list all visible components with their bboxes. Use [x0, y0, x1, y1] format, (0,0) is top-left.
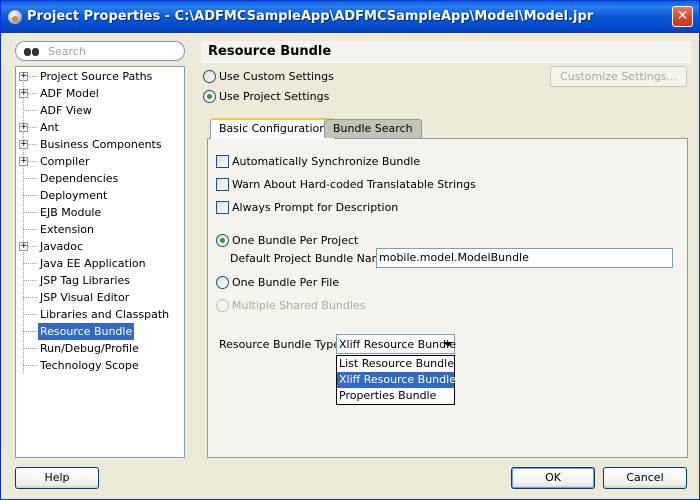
- tree-item-adf-view[interactable]: ADF View: [16, 102, 184, 119]
- help-button[interactable]: Help: [15, 467, 99, 489]
- tab-bundle-search[interactable]: Bundle Search: [324, 119, 422, 138]
- tree-item-jsp-tag-libraries[interactable]: JSP Tag Libraries: [16, 272, 184, 289]
- tree-item-ant[interactable]: + Ant: [16, 119, 184, 136]
- chevron-down-icon[interactable]: [444, 342, 452, 347]
- warn-hardcoded-label[interactable]: Warn About Hard-coded Translatable Strin…: [232, 178, 476, 191]
- auto-sync-label[interactable]: Automatically Synchronize Bundle: [232, 155, 420, 168]
- tree-item-deployment[interactable]: Deployment: [16, 187, 184, 204]
- use-project-settings-radio[interactable]: [203, 90, 216, 103]
- panel-title: Resource Bundle: [201, 41, 691, 63]
- ok-button[interactable]: OK: [511, 467, 595, 489]
- always-prompt-label[interactable]: Always Prompt for Description: [232, 201, 398, 214]
- use-custom-settings-label[interactable]: Use Custom Settings: [219, 70, 334, 83]
- warn-hardcoded-checkbox[interactable]: [216, 178, 229, 191]
- use-project-settings-label[interactable]: Use Project Settings: [219, 90, 329, 103]
- always-prompt-checkbox[interactable]: [216, 201, 229, 214]
- tree-item-technology-scope[interactable]: Technology Scope: [16, 357, 184, 374]
- bundle-type-value: Xliff Resource Bundle: [339, 338, 456, 351]
- expand-icon[interactable]: +: [19, 72, 28, 81]
- tab-basic-configuration[interactable]: Basic Configuration: [210, 118, 336, 139]
- tree-item-compiler[interactable]: + Compiler: [16, 153, 184, 170]
- default-bundle-name-label: Default Project Bundle Name:: [230, 252, 393, 265]
- tree-item-resource-bundle[interactable]: Resource Bundle: [16, 323, 184, 340]
- one-bundle-per-file-radio[interactable]: [216, 276, 229, 289]
- expand-icon[interactable]: +: [19, 140, 28, 149]
- tree-item-ejb-module[interactable]: EJB Module: [16, 204, 184, 221]
- search-input[interactable]: [48, 44, 178, 58]
- default-bundle-name-input[interactable]: mobile.model.ModelBundle: [376, 248, 673, 268]
- use-custom-settings-radio[interactable]: [203, 70, 216, 83]
- search-box[interactable]: [15, 41, 185, 61]
- one-bundle-per-project-radio[interactable]: [216, 234, 229, 247]
- multiple-shared-bundles-radio[interactable]: [216, 299, 229, 312]
- dropdown-option[interactable]: Xliff Resource Bundle: [337, 372, 456, 388]
- tree-item-libraries-and-classpath[interactable]: Libraries and Classpath: [16, 306, 184, 323]
- bundle-type-dropdown: List Resource Bundle Xliff Resource Bund…: [336, 355, 456, 405]
- bundle-type-select[interactable]: Xliff Resource Bundle: [336, 334, 456, 354]
- tree-item-extension[interactable]: Extension: [16, 221, 184, 238]
- customize-settings-button[interactable]: Customize Settings...: [550, 66, 687, 87]
- settings-panel: Resource Bundle Use Custom Settings Use …: [201, 41, 691, 459]
- tree-item-jsp-visual-editor[interactable]: JSP Visual Editor: [16, 289, 184, 306]
- tree-item-project-source-paths[interactable]: + Project Source Paths: [16, 68, 184, 85]
- tab-container: Automatically Synchronize Bundle Warn Ab…: [207, 118, 688, 458]
- tree-item-run-debug-profile[interactable]: Run/Debug/Profile: [16, 340, 184, 357]
- app-icon: [7, 9, 23, 25]
- dropdown-option[interactable]: List Resource Bundle: [337, 356, 454, 372]
- tree-item-dependencies[interactable]: Dependencies: [16, 170, 184, 187]
- tree-item-java-ee-application[interactable]: Java EE Application: [16, 255, 184, 272]
- expand-icon[interactable]: +: [19, 89, 28, 98]
- bundle-type-label: Resource Bundle Type:: [219, 338, 344, 351]
- multiple-shared-bundles-label: Multiple Shared Bundles: [232, 299, 366, 312]
- one-bundle-per-file-label[interactable]: One Bundle Per File: [232, 276, 339, 289]
- binoculars-icon: [24, 45, 40, 57]
- project-properties-dialog: Project Properties - C:\ADFMCSampleApp\A…: [0, 0, 700, 500]
- one-bundle-per-project-label[interactable]: One Bundle Per Project: [232, 234, 358, 247]
- expand-icon[interactable]: +: [19, 123, 28, 132]
- tree-item-javadoc[interactable]: + Javadoc: [16, 238, 184, 255]
- window-title: Project Properties - C:\ADFMCSampleApp\A…: [27, 9, 594, 24]
- tree-item-business-components[interactable]: + Business Components: [16, 136, 184, 153]
- auto-sync-checkbox[interactable]: [216, 155, 229, 168]
- tab-content-basic-configuration: Automatically Synchronize Bundle Warn Ab…: [207, 138, 688, 458]
- title-bar[interactable]: Project Properties - C:\ADFMCSampleApp\A…: [1, 1, 699, 33]
- category-tree: + Project Source Paths + ADF Model ADF V…: [15, 66, 185, 458]
- close-button[interactable]: ✕: [672, 6, 693, 27]
- expand-icon[interactable]: +: [19, 242, 28, 251]
- tree-item-adf-model[interactable]: + ADF Model: [16, 85, 184, 102]
- expand-icon[interactable]: +: [19, 157, 28, 166]
- dropdown-option[interactable]: Properties Bundle: [337, 388, 454, 404]
- cancel-button[interactable]: Cancel: [603, 467, 687, 489]
